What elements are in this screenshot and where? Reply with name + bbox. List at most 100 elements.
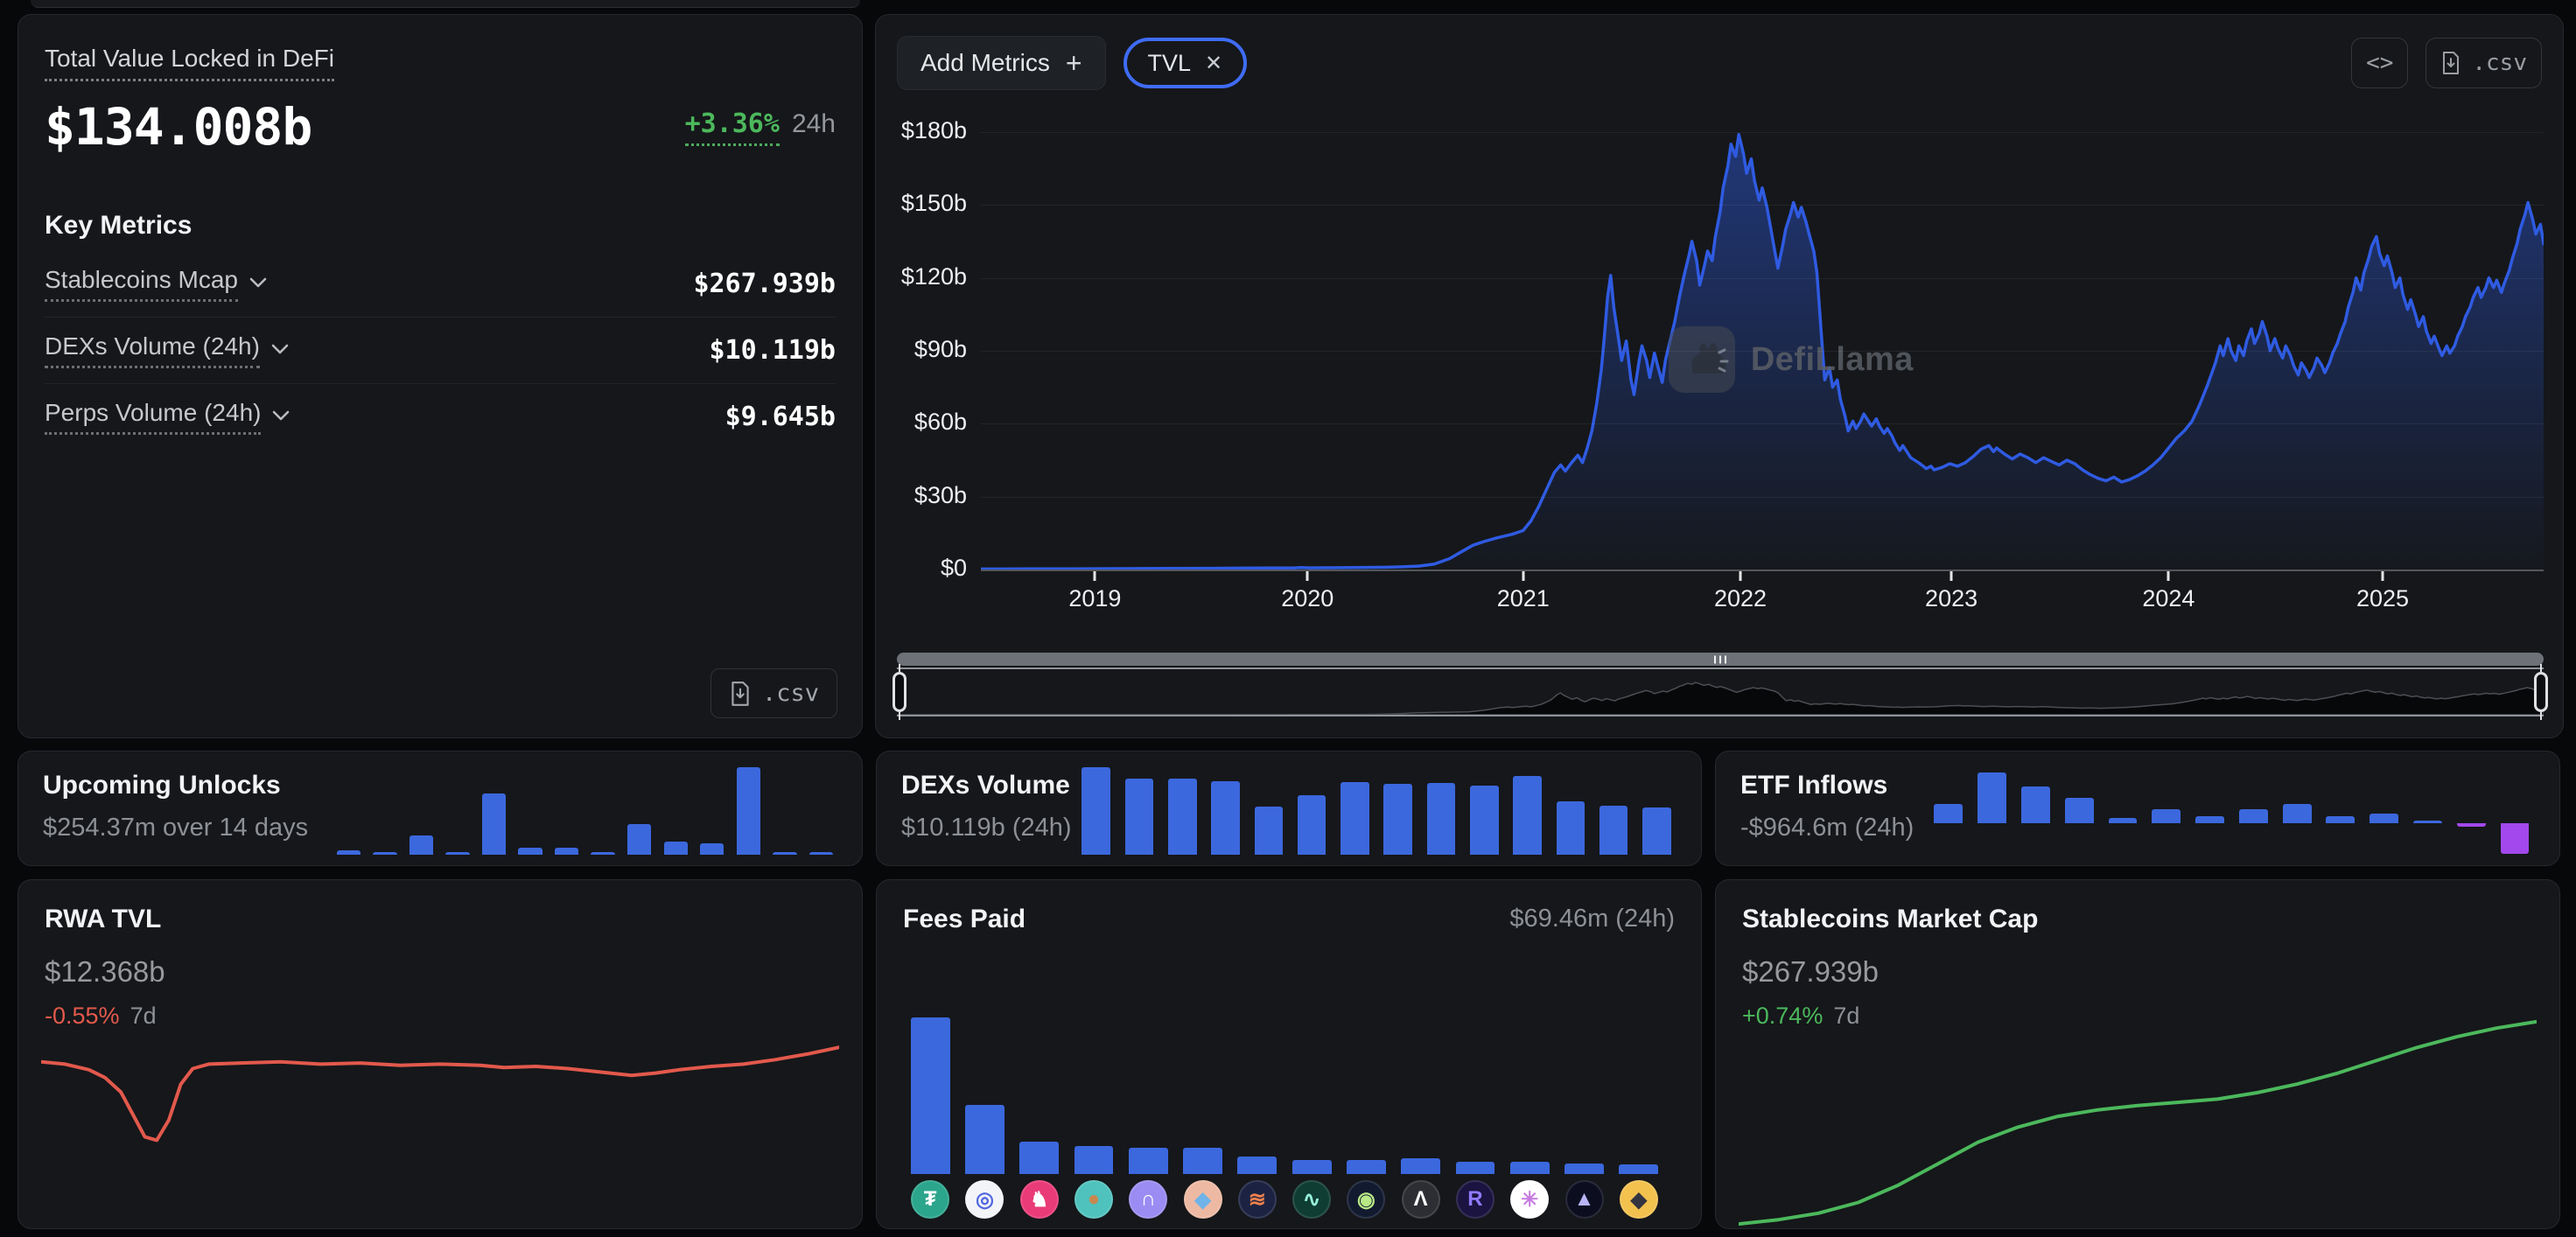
scrubber-track[interactable] bbox=[897, 653, 2544, 666]
metric-row-dexs-volume[interactable]: DEXs Volume (24h) $10.119b bbox=[45, 317, 836, 383]
phantom-icon: ∩ bbox=[1129, 1180, 1167, 1219]
bar bbox=[445, 852, 469, 855]
bar bbox=[591, 852, 614, 855]
brush-minimap bbox=[897, 671, 2544, 715]
download-csv-button[interactable]: .csv bbox=[710, 668, 837, 718]
dexs-volume-card[interactable]: DEXs Volume $10.119b (24h) bbox=[876, 751, 1702, 866]
upcoming-unlocks-card[interactable]: Upcoming Unlocks $254.37m over 14 days bbox=[18, 751, 863, 866]
plus-icon: + bbox=[1066, 47, 1082, 80]
x-axis-label: 2025 bbox=[2356, 585, 2409, 612]
y-axis-label: $0 bbox=[941, 555, 967, 582]
scrolled-card-edge bbox=[31, 0, 860, 8]
bar bbox=[2109, 818, 2138, 823]
gridline bbox=[981, 132, 2544, 133]
bar bbox=[1619, 1164, 1658, 1174]
fees-paid-card[interactable]: Fees Paid $69.46m (24h) ₮◎♞●∩◆≋∿◉ΛR✳▲◆ bbox=[876, 879, 1702, 1229]
bar bbox=[2065, 798, 2094, 823]
bar bbox=[1183, 1148, 1222, 1174]
bar bbox=[911, 1017, 950, 1174]
defillama-dashboard: Total Value Locked in DeFi $134.008b +3.… bbox=[0, 0, 2576, 1237]
gridline bbox=[981, 423, 2544, 424]
metric-label: Perps Volume (24h) bbox=[45, 399, 261, 435]
x-axis-label: 2022 bbox=[1714, 585, 1767, 612]
brush-handle-right[interactable] bbox=[2534, 672, 2548, 712]
change-period: 7d bbox=[130, 1003, 157, 1030]
x-axis-label: 2024 bbox=[2142, 585, 2194, 612]
bar bbox=[1340, 782, 1369, 855]
bar bbox=[1298, 795, 1326, 855]
stablecoins-mcap-card[interactable]: Stablecoins Market Cap $267.939b +0.74% … bbox=[1715, 879, 2560, 1229]
gridline bbox=[981, 278, 2544, 279]
brush-handle-left[interactable] bbox=[892, 672, 906, 712]
card-change: -0.55% 7d bbox=[45, 1003, 836, 1030]
bar bbox=[1074, 1146, 1114, 1174]
csv-label: .csv bbox=[2472, 50, 2527, 76]
chart-csv-button[interactable]: .csv bbox=[2426, 38, 2542, 88]
tvl-chart-area: $180b$150b$120b$90b$60b$30b$0 DefiLlama … bbox=[897, 120, 2544, 610]
metric-label: Stablecoins Mcap bbox=[45, 266, 238, 302]
embed-chart-button[interactable]: <> bbox=[2351, 38, 2408, 88]
circle-usdc-icon: ◎ bbox=[965, 1180, 1004, 1219]
bar bbox=[2457, 823, 2486, 828]
bar bbox=[1934, 804, 1963, 822]
bar bbox=[1125, 779, 1154, 855]
brush-area[interactable] bbox=[897, 667, 2544, 716]
x-axis: 2019202020212022202320242025 bbox=[981, 571, 2544, 610]
add-metrics-button[interactable]: Add Metrics + bbox=[897, 36, 1106, 90]
metric-label: DEXs Volume (24h) bbox=[45, 332, 260, 368]
bar bbox=[773, 852, 796, 855]
metric-tag-label: TVL bbox=[1148, 50, 1192, 77]
metric-value: $267.939b bbox=[693, 269, 836, 299]
etf-inflows-card[interactable]: ETF Inflows -$964.6m (24h) bbox=[1715, 751, 2560, 866]
bar bbox=[1082, 767, 1110, 855]
x-axis-label: 2020 bbox=[1281, 585, 1334, 612]
x-axis-tick bbox=[1522, 571, 1524, 581]
tvl-chart-card: Add Metrics + TVL ✕ <> .csv $180b$150b$1… bbox=[875, 14, 2564, 738]
pancakeswap-icon: ● bbox=[1074, 1180, 1113, 1219]
bar bbox=[737, 767, 760, 855]
bar bbox=[1292, 1160, 1332, 1174]
tvl-change-percent[interactable]: +3.36% bbox=[685, 108, 780, 146]
bar bbox=[1427, 783, 1456, 855]
gridline bbox=[981, 497, 2544, 498]
x-axis-tick bbox=[1094, 571, 1096, 581]
csv-label: .csv bbox=[762, 680, 819, 707]
scrubber-grip-icon[interactable] bbox=[1714, 655, 1726, 663]
x-axis-tick bbox=[2382, 571, 2384, 581]
bar bbox=[1347, 1160, 1386, 1174]
bar bbox=[1255, 807, 1284, 855]
bar bbox=[2239, 809, 2268, 823]
key-metrics-heading: Key Metrics bbox=[45, 211, 836, 241]
remove-metric-icon[interactable]: ✕ bbox=[1205, 51, 1222, 76]
protocol-icons-row: ₮◎♞●∩◆≋∿◉ΛR✳▲◆ bbox=[903, 1178, 1666, 1221]
bar bbox=[1557, 801, 1586, 855]
bar bbox=[1564, 1164, 1604, 1174]
add-metrics-label: Add Metrics bbox=[920, 49, 1050, 77]
tvl-title-link[interactable]: Total Value Locked in DeFi bbox=[45, 45, 334, 81]
metric-row-perps-volume[interactable]: Perps Volume (24h) $9.645b bbox=[45, 383, 836, 450]
metric-row-stablecoins-mcap[interactable]: Stablecoins Mcap $267.939b bbox=[45, 251, 836, 317]
bar bbox=[373, 852, 396, 855]
code-brackets-icon: <> bbox=[2366, 50, 2393, 76]
bar bbox=[1401, 1158, 1440, 1174]
bar bbox=[1513, 776, 1542, 855]
rwa-sparkline bbox=[41, 1031, 839, 1143]
etf-bar-chart bbox=[1927, 764, 2537, 855]
bar bbox=[1600, 806, 1628, 855]
tvl-plot: DefiLlama bbox=[981, 120, 2544, 571]
uniswap-icon: ♞ bbox=[1020, 1180, 1059, 1219]
bar bbox=[1978, 772, 2006, 822]
y-axis-label: $90b bbox=[914, 336, 967, 363]
gridline bbox=[981, 351, 2544, 352]
chevron-down-icon bbox=[270, 343, 290, 355]
jito-icon: ◉ bbox=[1347, 1180, 1385, 1219]
rwa-tvl-card[interactable]: RWA TVL $12.368b -0.55% 7d bbox=[18, 879, 863, 1229]
raydium-icon: R bbox=[1456, 1180, 1494, 1219]
chevron-down-icon bbox=[271, 409, 290, 422]
card-title: RWA TVL bbox=[45, 905, 836, 934]
bar bbox=[1642, 807, 1671, 855]
bar bbox=[2326, 816, 2355, 823]
chart-toolbar: Add Metrics + TVL ✕ <> .csv bbox=[897, 36, 2542, 90]
tvl-metric-pill[interactable]: TVL ✕ bbox=[1124, 38, 1248, 88]
bar bbox=[1168, 779, 1197, 855]
